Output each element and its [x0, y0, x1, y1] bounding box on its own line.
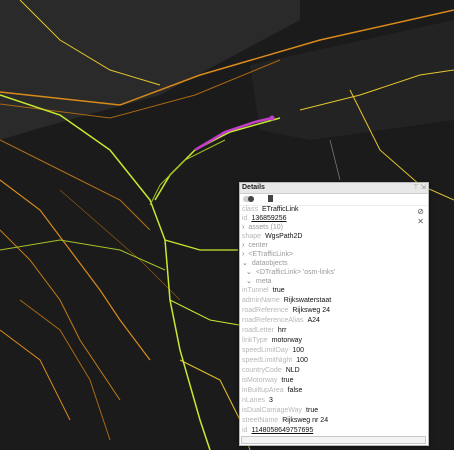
center-row[interactable]: › center	[242, 241, 268, 250]
details-content: class ETrafficLink id 136859256 › assets (1…	[240, 205, 426, 434]
class-value: ETrafficLink	[261, 206, 299, 213]
toggle-switch[interactable]	[243, 196, 254, 202]
field-value: Rijksweg 24	[292, 307, 331, 314]
pin-icon[interactable]: ⊤	[413, 183, 419, 193]
field-row: inBuiltupArea false	[242, 386, 302, 395]
shape-key: shape	[242, 233, 262, 240]
field-value: 100	[292, 347, 304, 354]
field-value: Rijksweg nr 24	[282, 417, 329, 424]
field-row: isMotorway true	[242, 376, 293, 385]
field-row: id 1148058649757695	[242, 426, 313, 435]
type-row[interactable]: › <ETrafficLink>	[242, 250, 293, 259]
field-row: adminName Rijkswaterstaat	[242, 296, 331, 305]
bookmark-icon[interactable]	[268, 195, 273, 204]
field-key: speedLimitNight	[242, 357, 293, 364]
field-value: hrr	[277, 327, 287, 334]
field-key: roadReferenceAlias	[242, 317, 304, 324]
field-value: false	[287, 387, 303, 394]
field-row: countryCode NLD	[242, 366, 300, 375]
field-key: isDualCarriageWay	[242, 407, 303, 414]
assets-row[interactable]: › assets (10)	[242, 223, 283, 232]
field-row: roadLetter hrr	[242, 326, 286, 335]
meta-label: meta	[255, 278, 272, 285]
field-row: roadReferenceAlias A24	[242, 316, 320, 325]
field-value: A24	[307, 317, 320, 324]
class-row: class ETrafficLink	[242, 205, 299, 214]
center-label: center	[248, 242, 268, 249]
field-value: Rijkswaterstaat	[283, 297, 332, 304]
field-key: streetName	[242, 417, 279, 424]
collapse-arrow-icon[interactable]: ⌄	[246, 269, 252, 276]
details-panel[interactable]: Details ⊤ ⇲ ⊘ ✕ class ETrafficLink id 1368…	[239, 182, 429, 446]
field-value: true	[272, 287, 285, 294]
field-value: 3	[268, 397, 273, 404]
field-row: speedLimitNight 100	[242, 356, 308, 365]
panel-title: Details	[242, 184, 265, 191]
field-value: true	[306, 407, 319, 414]
collapse-arrow-icon[interactable]: ⌄	[242, 260, 248, 267]
field-row: linkType motorway	[242, 336, 302, 345]
collapse-arrow-icon[interactable]: ⌄	[246, 278, 252, 285]
field-value: 100	[296, 357, 308, 364]
field-row: isDualCarriageWay true	[242, 406, 318, 415]
collapse-icon[interactable]: ⇲	[420, 183, 426, 193]
dataobjects-row[interactable]: ⌄ dataobjects	[242, 259, 288, 268]
panel-header[interactable]: Details ⊤ ⇲	[240, 183, 428, 194]
expand-icon[interactable]: ›	[242, 251, 244, 258]
class-key: class	[242, 206, 258, 213]
field-value: true	[281, 377, 294, 384]
field-key: roadReference	[242, 307, 289, 314]
field-key: linkType	[242, 337, 268, 344]
assets-label: assets (10)	[248, 224, 283, 231]
field-key: id	[242, 427, 248, 434]
field-key: speedLimitDay	[242, 347, 289, 354]
id-value-link[interactable]: 136859256	[251, 215, 286, 222]
subobject-label: <DTrafficLink> 'osm-links'	[255, 269, 336, 276]
field-key: isMotorway	[242, 377, 278, 384]
horizontal-scrollbar[interactable]	[241, 436, 426, 444]
field-key: countryCode	[242, 367, 282, 374]
selected-link-node	[269, 115, 275, 121]
field-row: nLanes 3	[242, 396, 273, 405]
field-key: adminName	[242, 297, 280, 304]
type-label: <ETrafficLink>	[248, 251, 294, 258]
field-row: speedLimitDay 100	[242, 346, 304, 355]
field-value-link[interactable]: 1148058649757695	[251, 427, 313, 434]
expand-icon[interactable]: ›	[242, 224, 244, 231]
shape-row: shape WgsPath2D	[242, 232, 302, 241]
id-row: id 136859256	[242, 214, 287, 223]
field-key: inTunnel	[242, 287, 269, 294]
field-value: NLD	[285, 367, 300, 374]
field-value: motorway	[271, 337, 303, 344]
field-key: roadLetter	[242, 327, 274, 334]
field-key: nLanes	[242, 397, 265, 404]
meta-row[interactable]: ⌄ meta	[246, 277, 271, 286]
field-key: inBuiltupArea	[242, 387, 284, 394]
expand-icon[interactable]: ›	[242, 242, 244, 249]
id-key: id	[242, 215, 248, 222]
field-row: streetName Rijksweg nr 24	[242, 416, 328, 425]
field-row: roadReference Rijksweg 24	[242, 306, 330, 315]
field-row: inTunnel true	[242, 286, 285, 295]
shape-value: WgsPath2D	[265, 233, 303, 240]
subobject-row[interactable]: ⌄ <DTrafficLink> 'osm-links'	[246, 268, 335, 277]
dataobjects-label: dataobjects	[251, 260, 288, 267]
